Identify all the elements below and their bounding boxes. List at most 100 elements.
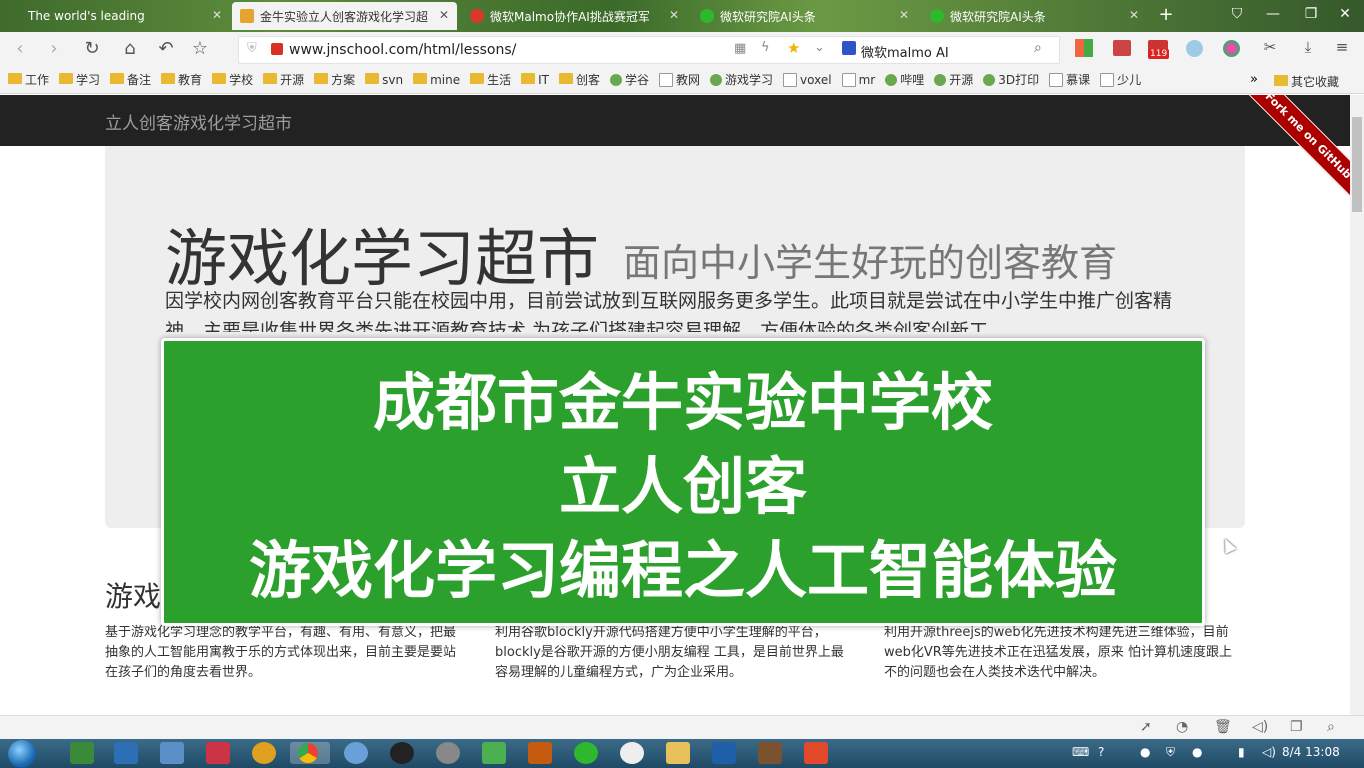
scissors-icon[interactable]: ✂ — [1258, 38, 1282, 56]
bookmark-item[interactable]: 教育 — [161, 71, 202, 88]
taskbar-app-icon[interactable] — [344, 742, 368, 764]
search-icon[interactable]: ⌕ — [1034, 40, 1042, 56]
taskbar-app-icon[interactable] — [160, 742, 184, 764]
bookmark-item[interactable]: 3D打印 — [983, 71, 1039, 88]
keyboard-icon[interactable]: ⌨ — [1072, 745, 1089, 759]
site-brand-link[interactable]: 立人创客游戏化学习超市 — [105, 109, 292, 134]
bookmark-item[interactable]: 备注 — [110, 71, 151, 88]
system-clock[interactable]: 8/4 13:08 — [1282, 745, 1340, 759]
wechat-tray-icon[interactable]: ● — [1140, 745, 1150, 759]
bookmark-item[interactable]: 学习 — [59, 71, 100, 88]
page-title: 游戏化学习超市 — [165, 222, 600, 295]
tab-worlds-leading[interactable]: The world's leading ✕ — [20, 2, 230, 30]
back-button[interactable]: ‹ — [8, 38, 32, 59]
bookmark-label: mine — [430, 72, 461, 87]
forward-button[interactable]: › — [42, 38, 66, 59]
menu-icon[interactable]: ≡ — [1330, 38, 1354, 56]
bookmark-item[interactable]: svn — [365, 73, 403, 87]
settings-icon[interactable] — [436, 742, 460, 764]
qq-icon[interactable] — [390, 742, 414, 764]
bookmark-item[interactable]: 学校 — [212, 71, 253, 88]
tab-msra-1[interactable]: 微软研究院AI头条 ✕ — [692, 2, 917, 30]
close-window-button[interactable]: ✕ — [1334, 6, 1356, 22]
bookmark-item[interactable]: voxel — [783, 72, 832, 87]
taskbar-app-icon[interactable] — [114, 742, 138, 764]
undo-button[interactable]: ↶ — [154, 38, 178, 59]
folder-icon — [365, 73, 380, 84]
folder-icon[interactable] — [666, 742, 690, 764]
terminal-icon[interactable] — [712, 742, 736, 764]
bookmark-item[interactable]: mine — [413, 73, 460, 87]
shirt-icon[interactable]: ⛉ — [1226, 6, 1248, 22]
reload-button[interactable]: ↻ — [80, 38, 104, 59]
bookmark-item[interactable]: 学谷 — [610, 71, 649, 88]
taskbar-app-icon[interactable] — [804, 742, 828, 764]
translate-icon[interactable] — [1186, 40, 1203, 57]
favorite-star-icon[interactable]: ★ — [787, 39, 800, 57]
window-icon[interactable]: ❐ — [1290, 719, 1303, 735]
wechat-icon[interactable] — [574, 742, 598, 764]
taskbar-app-icon[interactable] — [758, 742, 782, 764]
bookmarks-more-button[interactable]: » — [1250, 72, 1258, 87]
start-button[interactable] — [8, 740, 36, 768]
taskbar-app-icon[interactable] — [70, 742, 94, 764]
home-button[interactable]: ⌂ — [118, 38, 142, 59]
bookmark-item[interactable]: 教网 — [659, 71, 700, 88]
taskbar-app-icon[interactable] — [252, 742, 276, 764]
other-bookmarks-folder[interactable]: 其它收藏 — [1274, 73, 1339, 90]
download-icon[interactable]: ⤓ — [1296, 38, 1320, 56]
bookmark-item[interactable]: 慕课 — [1049, 71, 1090, 88]
close-icon[interactable]: ✕ — [1129, 8, 1139, 22]
bookmark-item[interactable]: 创客 — [558, 71, 600, 88]
security-icon[interactable]: ⛨ — [1166, 745, 1175, 760]
new-tab-button[interactable]: + — [1155, 4, 1177, 25]
tab-lessons[interactable]: 金牛实验立人创客游戏化学习超 ✕ — [232, 2, 457, 30]
mail-icon[interactable]: 119 — [1148, 38, 1170, 60]
taskbar-app-icon[interactable] — [528, 742, 552, 764]
screenshot-icon[interactable] — [1113, 40, 1131, 56]
scrollbar-thumb[interactable] — [1352, 117, 1362, 212]
close-icon[interactable]: ✕ — [899, 8, 909, 22]
volume-tray-icon[interactable]: ◁) — [1262, 745, 1276, 759]
bookmark-item[interactable]: mr — [841, 72, 875, 87]
chevron-down-icon[interactable]: ⌄ — [814, 40, 825, 55]
tab-malmo[interactable]: 微软Malmo协作AI挑战赛冠军 ✕ — [462, 2, 687, 30]
bookmark-item[interactable]: 少儿 — [1100, 71, 1141, 88]
bookmark-item[interactable]: 生活 — [470, 71, 511, 88]
network-icon[interactable]: ▮ — [1238, 745, 1245, 759]
apps-icon[interactable] — [1075, 39, 1093, 57]
volume-icon[interactable]: ◁) — [1252, 719, 1268, 735]
bookmark-item[interactable]: 方案 — [314, 71, 355, 88]
trash-icon[interactable]: 🗑 — [1214, 719, 1232, 735]
lead-paragraph: 因学校内网创客教育平台只能在校园中用，目前尝试放到互联网服务更多学生。此项目就是… — [165, 290, 1173, 332]
taskbar-app-icon[interactable] — [206, 742, 230, 764]
address-bar[interactable]: ⛨ www.jnschool.com/html/lessons/ ▦ ϟ ★ ⌄… — [238, 36, 1060, 64]
close-icon[interactable]: ✕ — [439, 8, 449, 22]
close-icon[interactable]: ✕ — [669, 8, 679, 22]
close-icon[interactable]: ✕ — [212, 8, 222, 22]
qr-code-icon[interactable]: ▦ — [734, 41, 746, 56]
bookmark-item[interactable]: 哔哩 — [885, 71, 924, 88]
bookmark-item[interactable]: 工作 — [8, 71, 49, 88]
bookmark-item[interactable]: IT — [521, 73, 549, 87]
search-text[interactable]: 微软malmo AI — [861, 42, 949, 61]
lightning-icon[interactable]: ϟ — [761, 40, 770, 55]
bookmark-item[interactable]: 游戏学习 — [710, 71, 773, 88]
bookmark-item[interactable]: 开源 — [263, 71, 304, 88]
bookmark-label: 游戏学习 — [725, 73, 774, 87]
zoom-icon[interactable]: ⌕ — [1327, 719, 1335, 735]
page-scrollbar[interactable] — [1350, 95, 1364, 715]
tab-msra-2[interactable]: 微软研究院AI头条 ✕ — [922, 2, 1147, 30]
help-icon[interactable]: ? — [1098, 745, 1104, 759]
star-icon[interactable]: ☆ — [188, 38, 212, 59]
tray-app-icon[interactable]: ● — [1192, 745, 1202, 759]
restore-button[interactable]: ❐ — [1300, 6, 1322, 22]
taskbar-browser-active[interactable] — [290, 742, 330, 764]
minimize-button[interactable]: — — [1262, 6, 1284, 22]
bookmark-item[interactable]: 开源 — [934, 71, 973, 88]
taskbar-app-icon[interactable] — [620, 742, 644, 764]
rocket-icon[interactable]: ➚ — [1140, 719, 1152, 735]
speed-icon[interactable]: ◔ — [1176, 719, 1188, 735]
extension-icon[interactable] — [1223, 40, 1240, 57]
taskbar-app-icon[interactable] — [482, 742, 506, 764]
